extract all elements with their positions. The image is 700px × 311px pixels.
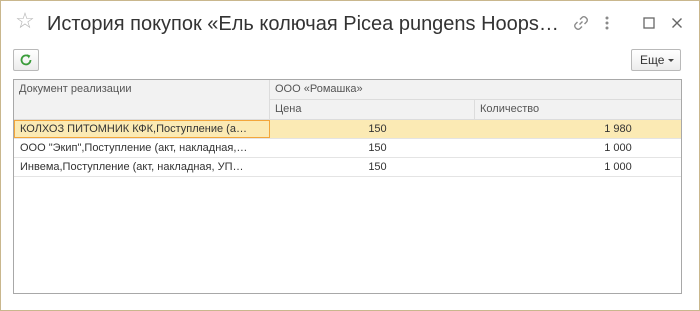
table-row[interactable]: Инвема,Поступление (акт, накладная, УП… … xyxy=(14,158,681,177)
close-icon[interactable] xyxy=(665,11,689,35)
title-bar: ☆ История покупок «Ель колючая Picea pun… xyxy=(1,1,699,45)
maximize-icon[interactable] xyxy=(637,11,661,35)
cell-quantity[interactable]: 1 980 xyxy=(475,120,681,138)
column-header-document[interactable]: Документ реализации xyxy=(14,80,270,120)
column-group-header-supplier[interactable]: ООО «Ромашка» xyxy=(270,80,681,100)
cell-document[interactable]: КОЛХОЗ ПИТОМНИК КФК,Поступление (а… xyxy=(14,120,270,138)
cell-quantity[interactable]: 1 000 xyxy=(475,139,681,157)
star-icon[interactable]: ☆ xyxy=(13,9,37,33)
refresh-icon xyxy=(19,53,33,67)
column-header-quantity[interactable]: Количество xyxy=(475,100,681,120)
window-title: История покупок «Ель колючая Picea punge… xyxy=(47,13,557,35)
more-button-label: Еще xyxy=(640,53,665,67)
more-actions-icon[interactable] xyxy=(595,11,619,35)
more-button[interactable]: Еще xyxy=(631,49,681,71)
table-row[interactable]: ООО "Экип",Поступление (акт, накладная,…… xyxy=(14,139,681,158)
cell-price[interactable]: 150 xyxy=(270,120,475,138)
toolbar: Еще xyxy=(1,45,699,77)
cell-document[interactable]: Инвема,Поступление (акт, накладная, УП… xyxy=(14,158,270,176)
cell-document[interactable]: ООО "Экип",Поступление (акт, накладная,… xyxy=(14,139,270,157)
cell-price[interactable]: 150 xyxy=(270,158,475,176)
link-icon[interactable] xyxy=(569,11,593,35)
column-header-price[interactable]: Цена xyxy=(270,100,475,120)
cell-quantity[interactable]: 1 000 xyxy=(475,158,681,176)
refresh-button[interactable] xyxy=(13,49,39,71)
cell-price[interactable]: 150 xyxy=(270,139,475,157)
purchase-history-table: Документ реализации ООО «Ромашка» Цена К… xyxy=(13,79,682,294)
chevron-down-icon xyxy=(668,59,674,62)
table-row[interactable]: КОЛХОЗ ПИТОМНИК КФК,Поступление (а… 150 … xyxy=(14,120,681,139)
history-window: ☆ История покупок «Ель колючая Picea pun… xyxy=(0,0,700,311)
